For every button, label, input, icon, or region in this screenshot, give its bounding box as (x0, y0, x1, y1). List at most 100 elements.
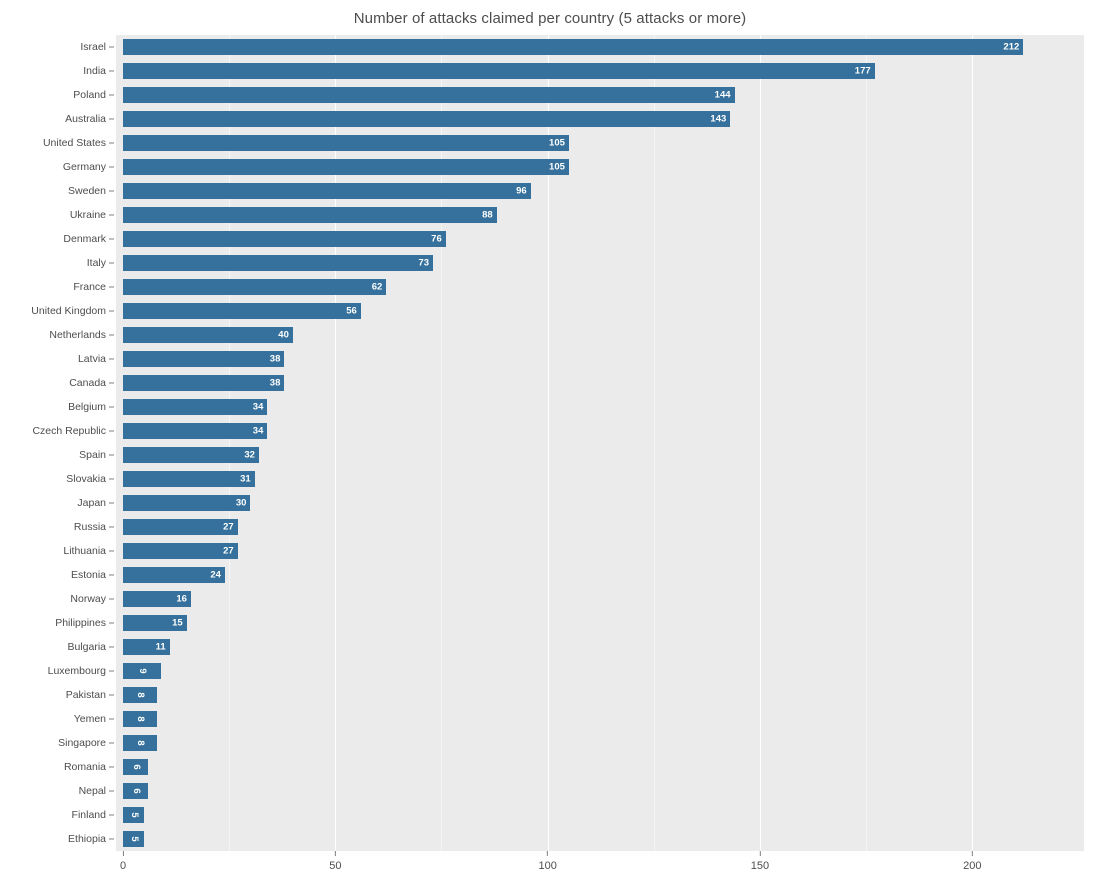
bar[interactable]: 105 (123, 158, 569, 176)
bar[interactable]: 32 (123, 446, 259, 464)
x-axis-tick-150: 150 (751, 851, 769, 872)
bar-row[interactable]: 177 (116, 62, 1084, 80)
bar-row[interactable]: 27 (116, 518, 1084, 536)
bar-row[interactable]: 212 (116, 38, 1084, 56)
bar-row[interactable]: 31 (116, 470, 1084, 488)
y-axis-tick-mark (109, 382, 114, 384)
y-axis-tick-label: Singapore (58, 737, 106, 749)
bar-row[interactable]: 40 (116, 326, 1084, 344)
bar[interactable]: 5 (123, 830, 145, 848)
y-axis-tick-united-kingdom: United Kingdom (0, 304, 116, 318)
y-axis-tick-belgium: Belgium (0, 400, 116, 414)
bar[interactable]: 73 (123, 254, 433, 272)
bar[interactable]: 6 (123, 782, 149, 800)
bar-row[interactable]: 27 (116, 542, 1084, 560)
y-axis-tick-mark (109, 718, 114, 720)
y-axis-tick-mark (109, 646, 114, 648)
bar-row[interactable]: 105 (116, 134, 1084, 152)
plot-panel: 212 177 144 143 105 105 96 88 76 73 62 56 40 38 38 34 34… (116, 35, 1084, 851)
bar-row[interactable]: 9 (116, 662, 1084, 680)
y-axis-tick-latvia: Latvia (0, 352, 116, 366)
bar-row[interactable]: 6 (116, 758, 1084, 776)
bar-row[interactable]: 62 (116, 278, 1084, 296)
bar-row[interactable]: 34 (116, 422, 1084, 440)
bar[interactable]: 34 (123, 398, 268, 416)
y-axis-tick-italy: Italy (0, 256, 116, 270)
y-axis-tick-mark (109, 838, 114, 840)
bar[interactable]: 24 (123, 566, 225, 584)
y-axis-tick-romania: Romania (0, 760, 116, 774)
x-axis-tick-label: 200 (963, 860, 982, 872)
bar-row[interactable]: 38 (116, 350, 1084, 368)
y-axis-tick-pakistan: Pakistan (0, 688, 116, 702)
bar-value-label: 15 (172, 617, 183, 629)
bar[interactable]: 96 (123, 182, 531, 200)
bar[interactable]: 143 (123, 110, 731, 128)
bar[interactable]: 56 (123, 302, 361, 320)
bar-row[interactable]: 15 (116, 614, 1084, 632)
y-axis-tick-germany: Germany (0, 160, 116, 174)
y-axis-tick-mark (109, 118, 114, 120)
bar[interactable]: 144 (123, 86, 735, 104)
bar[interactable]: 31 (123, 470, 255, 488)
bar-row[interactable]: 88 (116, 206, 1084, 224)
bar[interactable]: 76 (123, 230, 446, 248)
bar-row[interactable]: 24 (116, 566, 1084, 584)
bar[interactable]: 5 (123, 806, 145, 824)
bar-row[interactable]: 5 (116, 806, 1084, 824)
bar[interactable]: 6 (123, 758, 149, 776)
bar[interactable]: 8 (123, 710, 157, 728)
bar-row[interactable]: 8 (116, 734, 1084, 752)
bar[interactable]: 11 (123, 638, 170, 656)
bar[interactable]: 38 (123, 350, 285, 368)
bar-row[interactable]: 76 (116, 230, 1084, 248)
bar-value-label: 27 (223, 521, 234, 533)
y-axis-tick-denmark: Denmark (0, 232, 116, 246)
bar-row[interactable]: 73 (116, 254, 1084, 272)
bar[interactable]: 15 (123, 614, 187, 632)
bar-row[interactable]: 144 (116, 86, 1084, 104)
bar-row[interactable]: 6 (116, 782, 1084, 800)
bar[interactable]: 88 (123, 206, 497, 224)
bar-value-label: 31 (240, 473, 251, 485)
y-axis-tick-mark (109, 142, 114, 144)
y-axis-tick-mark (109, 694, 114, 696)
bar-row[interactable]: 38 (116, 374, 1084, 392)
x-axis-tick-label: 0 (119, 860, 127, 872)
y-axis-tick-sweden: Sweden (0, 184, 116, 198)
bar-row[interactable]: 16 (116, 590, 1084, 608)
bar-value-label: 105 (549, 137, 565, 149)
bar[interactable]: 105 (123, 134, 569, 152)
bar[interactable]: 27 (123, 542, 238, 560)
bar-row[interactable]: 11 (116, 638, 1084, 656)
bar[interactable]: 30 (123, 494, 251, 512)
bar[interactable]: 40 (123, 326, 293, 344)
bar-value-label: 34 (252, 425, 264, 437)
bar-value-label: 27 (223, 545, 234, 557)
bar-row[interactable]: 30 (116, 494, 1084, 512)
bar-row[interactable]: 56 (116, 302, 1084, 320)
bar[interactable]: 62 (123, 278, 387, 296)
bar-row[interactable]: 8 (116, 686, 1084, 704)
bar-row[interactable]: 8 (116, 710, 1084, 728)
bar[interactable]: 8 (123, 686, 157, 704)
bar-row[interactable]: 105 (116, 158, 1084, 176)
y-axis-tick-label: Netherlands (49, 329, 106, 341)
bar[interactable]: 38 (123, 374, 285, 392)
bar-row[interactable]: 96 (116, 182, 1084, 200)
y-axis-tick-mark (109, 70, 114, 72)
bar[interactable]: 34 (123, 422, 268, 440)
bar[interactable]: 9 (123, 662, 162, 680)
y-axis-tick-yemen: Yemen (0, 712, 116, 726)
bar[interactable]: 16 (123, 590, 191, 608)
chart-title: Number of attacks claimed per country (5… (353, 10, 747, 27)
y-axis-tick-label: United Kingdom (31, 305, 106, 317)
bar[interactable]: 27 (123, 518, 238, 536)
bar-row[interactable]: 32 (116, 446, 1084, 464)
bar[interactable]: 177 (123, 62, 875, 80)
bar-row[interactable]: 5 (116, 830, 1084, 848)
bar[interactable]: 8 (123, 734, 157, 752)
bar[interactable]: 212 (123, 38, 1024, 56)
bar-row[interactable]: 34 (116, 398, 1084, 416)
bar-row[interactable]: 143 (116, 110, 1084, 128)
